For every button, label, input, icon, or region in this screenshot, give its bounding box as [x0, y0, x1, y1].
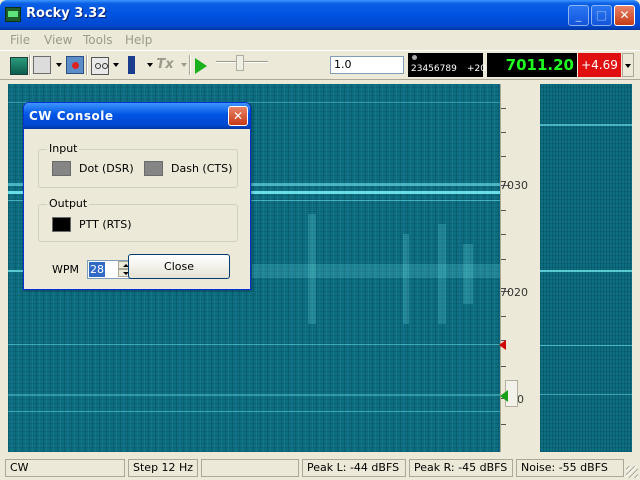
- signal-trace: [438, 224, 446, 324]
- status-peak-l: Peak L: -44 dBFS: [302, 459, 406, 477]
- frequency-dropdown-button[interactable]: [622, 53, 634, 77]
- scale-tick: [501, 156, 506, 157]
- rx-marker-icon[interactable]: [500, 390, 508, 402]
- signal-trace: [403, 234, 409, 324]
- status-empty: [201, 459, 299, 477]
- panel-divider: [532, 84, 540, 452]
- scale-tick: [501, 132, 506, 133]
- signal-trace: [8, 344, 500, 345]
- scale-label-partial: 0: [517, 393, 524, 406]
- volume-slider-thumb[interactable]: [236, 55, 244, 71]
- tx-icon[interactable]: Tx: [156, 56, 174, 74]
- signal-trace: [308, 214, 316, 324]
- output-group-label: Output: [47, 197, 90, 210]
- wpm-stepper[interactable]: 28: [87, 260, 133, 279]
- microphone-icon[interactable]: [123, 56, 141, 74]
- input-group-label: Input: [47, 142, 80, 155]
- scale-tick: [501, 424, 506, 425]
- scale-label-7020: 7020: [500, 286, 528, 299]
- chevron-down-icon[interactable]: [147, 63, 153, 67]
- app-icon[interactable]: [5, 7, 21, 22]
- output-group: Output PTT (RTS): [38, 197, 238, 242]
- wpm-input[interactable]: 28: [89, 262, 105, 277]
- resize-grip-icon[interactable]: [626, 466, 638, 478]
- close-button[interactable]: ✕: [614, 5, 635, 26]
- window-title: Rocky 3.32: [26, 6, 107, 21]
- signal-trace: [540, 270, 632, 272]
- status-step: Step 12 Hz: [128, 459, 198, 477]
- title-bar[interactable]: Rocky 3.32 _ □ ✕: [0, 0, 640, 30]
- side-waterfall-display[interactable]: [540, 84, 632, 452]
- scale-tick: [501, 234, 506, 235]
- scale-tick: [501, 259, 506, 260]
- menu-tools[interactable]: Tools: [83, 33, 113, 47]
- waterfall-icon[interactable]: [33, 56, 51, 74]
- toolbar-separator: [189, 55, 191, 75]
- status-peak-r: Peak R: -45 dBFS: [409, 459, 513, 477]
- spectrum-icon[interactable]: [10, 57, 28, 75]
- maximize-button[interactable]: □: [591, 5, 612, 26]
- rit-offset-display[interactable]: +4.69: [578, 53, 621, 77]
- chevron-down-icon[interactable]: [181, 63, 187, 67]
- menu-help[interactable]: Help: [125, 33, 152, 47]
- dialog-close-icon[interactable]: ✕: [228, 106, 248, 126]
- close-dialog-button[interactable]: Close: [128, 254, 230, 279]
- signal-trace: [8, 411, 500, 412]
- mini-display: 23456789 +20: [408, 53, 486, 77]
- ptt-label: PTT (RTS): [79, 218, 132, 231]
- menu-view[interactable]: View: [44, 33, 72, 47]
- status-noise: Noise: -55 dBFS: [516, 459, 624, 477]
- play-icon[interactable]: [195, 58, 207, 74]
- minimize-button[interactable]: _: [568, 5, 589, 26]
- toolbar-separator: [86, 55, 88, 75]
- dialog-title: CW Console: [29, 109, 114, 123]
- menu-bar: File View Tools Help: [0, 30, 640, 50]
- dialog-title-bar[interactable]: CW Console ✕: [24, 103, 250, 129]
- menu-file[interactable]: File: [10, 33, 30, 47]
- cw-console-dialog: CW Console ✕ Input Dot (DSR) Dash (CTS) …: [23, 102, 251, 290]
- mini-display-offset: +20: [467, 64, 486, 74]
- indicator-dot-icon: [412, 55, 417, 60]
- chevron-down-icon[interactable]: [113, 63, 119, 67]
- scale-label-7030: 7030: [500, 179, 528, 192]
- scale-tick: [501, 366, 506, 367]
- dash-label: Dash (CTS): [171, 162, 233, 175]
- signal-trace: [540, 394, 632, 395]
- scale-tick: [501, 316, 506, 317]
- input-group: Input Dot (DSR) Dash (CTS): [38, 142, 238, 188]
- dot-indicator: [52, 161, 71, 176]
- mini-display-digits: 23456789: [411, 64, 457, 74]
- gain-input[interactable]: 1.0: [330, 56, 404, 74]
- scale-tick: [501, 210, 506, 211]
- status-bar: CW Step 12 Hz Peak L: -44 dBFS Peak R: -…: [0, 458, 640, 480]
- record-icon[interactable]: [66, 56, 84, 74]
- status-mode: CW: [5, 459, 125, 477]
- frequency-display[interactable]: 7011.20: [487, 53, 577, 77]
- dash-indicator: [144, 161, 163, 176]
- wpm-label: WPM: [52, 263, 80, 276]
- chevron-down-icon[interactable]: [56, 63, 62, 67]
- tape-icon[interactable]: [91, 57, 109, 75]
- scale-tick: [501, 108, 506, 109]
- signal-trace: [8, 394, 500, 396]
- ptt-indicator: [52, 217, 71, 232]
- dot-label: Dot (DSR): [79, 162, 134, 175]
- signal-trace: [463, 244, 473, 304]
- toolbar-separator: [29, 55, 31, 75]
- signal-trace: [540, 345, 632, 346]
- tx-marker-icon[interactable]: [499, 340, 506, 350]
- signal-trace: [540, 124, 632, 126]
